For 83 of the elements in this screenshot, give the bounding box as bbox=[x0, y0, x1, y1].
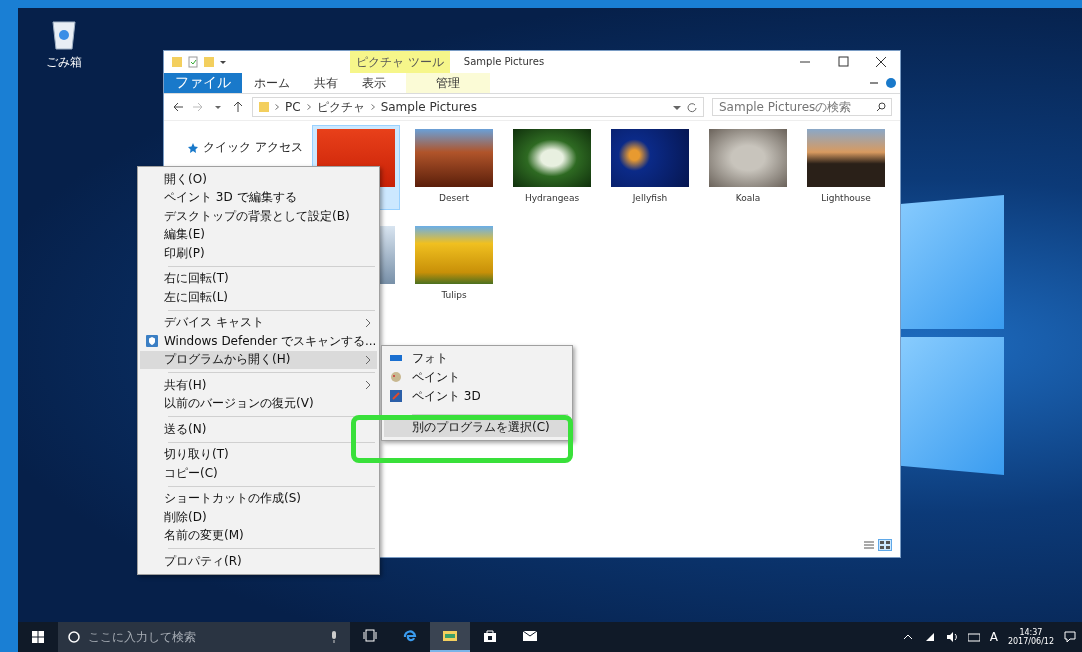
paint-palette-icon bbox=[390, 371, 402, 383]
file-item[interactable]: Lighthouse bbox=[802, 125, 890, 210]
file-item[interactable]: Jellyfish bbox=[606, 125, 694, 210]
speaker-icon[interactable] bbox=[945, 631, 958, 643]
menu-item[interactable]: 印刷(P) bbox=[140, 244, 377, 263]
address-bar[interactable]: PC ピクチャ Sample Pictures bbox=[252, 97, 704, 117]
menu-item[interactable]: ペイント 3D で編集する bbox=[140, 188, 377, 207]
file-item[interactable]: Hydrangeas bbox=[508, 125, 596, 210]
menu-item[interactable]: 開く(O) bbox=[140, 170, 377, 189]
new-folder-icon bbox=[204, 56, 214, 68]
notification-icon[interactable] bbox=[1064, 631, 1076, 643]
menu-item[interactable]: ペイント bbox=[384, 368, 570, 387]
contextual-tab-group-label: ピクチャ ツール bbox=[350, 51, 450, 73]
menu-item[interactable]: 送る(N) bbox=[140, 420, 377, 439]
clock-date: 2017/06/12 bbox=[1007, 637, 1054, 647]
menu-item[interactable]: ペイント 3D bbox=[384, 387, 570, 406]
edge-icon[interactable] bbox=[403, 629, 417, 643]
breadcrumb-item[interactable]: Sample Pictures bbox=[380, 100, 477, 114]
taskbar-search-field[interactable]: ここに入力して検索 bbox=[58, 622, 350, 652]
breadcrumb-chevron-icon bbox=[275, 104, 279, 110]
windows-logo-icon[interactable] bbox=[32, 631, 44, 643]
envelope-icon[interactable] bbox=[523, 629, 537, 643]
menu-item[interactable]: 共有(H) bbox=[140, 376, 377, 395]
nav-item[interactable]: クイック アクセス bbox=[203, 139, 303, 156]
close-icon[interactable] bbox=[875, 56, 887, 68]
ime-indicator[interactable]: A bbox=[989, 630, 998, 644]
shopping-bag-icon[interactable] bbox=[483, 629, 497, 643]
folder-icon bbox=[259, 101, 269, 113]
ribbon-tab[interactable]: 表示 bbox=[350, 73, 398, 93]
recycle-bin-icon bbox=[50, 18, 78, 50]
back-arrow-icon[interactable] bbox=[172, 101, 184, 113]
menu-item[interactable]: プログラムから開く(H) bbox=[140, 350, 377, 369]
ribbon-tab[interactable]: ホーム bbox=[242, 73, 302, 93]
large-icons-view-button[interactable] bbox=[878, 539, 892, 551]
desktop-icon-label[interactable]: ごみ箱 bbox=[46, 54, 82, 71]
menu-item[interactable]: 右に回転(T) bbox=[140, 269, 377, 288]
breadcrumb-chevron-icon bbox=[370, 104, 375, 110]
ribbon-tab[interactable]: 共有 bbox=[302, 73, 350, 93]
breadcrumb-item[interactable]: ピクチャ bbox=[316, 98, 365, 116]
star-icon bbox=[188, 142, 198, 153]
file-menu-tab[interactable]: ファイル bbox=[164, 73, 242, 93]
file-item[interactable]: Desert bbox=[410, 125, 498, 210]
breadcrumb-item[interactable]: PC bbox=[285, 100, 301, 114]
folder-icon bbox=[172, 56, 182, 68]
file-name: Desert bbox=[439, 193, 469, 203]
menu-item[interactable]: ショートカットの作成(S) bbox=[140, 489, 377, 508]
menu-item[interactable]: プロパティ(R) bbox=[140, 552, 377, 571]
keyboard-icon[interactable] bbox=[967, 631, 980, 643]
file-item[interactable]: Koala bbox=[704, 125, 792, 210]
menu-item[interactable]: 名前の変更(M) bbox=[140, 526, 377, 545]
file-name: Jellyfish bbox=[632, 193, 668, 203]
up-arrow-icon[interactable] bbox=[232, 101, 244, 113]
menu-item[interactable]: フォト bbox=[384, 349, 570, 368]
menu-item[interactable]: Windows Defender でスキャンする... bbox=[140, 332, 377, 351]
menu-item[interactable]: 編集(E) bbox=[140, 225, 377, 244]
menu-item[interactable]: 以前のバージョンの復元(V) bbox=[140, 394, 377, 413]
refresh-icon bbox=[687, 101, 697, 113]
file-name: Lighthouse bbox=[821, 193, 871, 203]
window-title: Sample Pictures bbox=[462, 55, 546, 69]
folder-taskbar-button[interactable] bbox=[430, 622, 470, 652]
menu-item[interactable]: 削除(D) bbox=[140, 508, 377, 527]
paint-3d-icon bbox=[390, 390, 402, 402]
file-name: Tulips bbox=[441, 290, 467, 300]
breadcrumb-chevron-icon bbox=[306, 104, 311, 110]
search-icon bbox=[876, 102, 886, 112]
menu-item[interactable]: コピー(C) bbox=[140, 464, 377, 483]
clock-time: 14:37 bbox=[1019, 627, 1043, 637]
menu-item[interactable]: 左に回転(L) bbox=[140, 288, 377, 307]
folder-icon[interactable] bbox=[443, 629, 457, 643]
file-name: Koala bbox=[735, 193, 761, 203]
help-icon[interactable] bbox=[886, 78, 896, 88]
menu-item[interactable]: デスクトップの背景として設定(B) bbox=[140, 207, 377, 226]
file-name: Hydrangeas bbox=[524, 193, 580, 203]
task-view-icon[interactable] bbox=[363, 629, 377, 643]
properties-icon bbox=[188, 56, 198, 68]
maximize-icon[interactable] bbox=[837, 56, 849, 68]
shield-icon bbox=[146, 335, 158, 347]
cortana-circle-icon bbox=[68, 631, 80, 643]
file-item[interactable]: Tulips bbox=[410, 222, 498, 307]
menu-item[interactable]: デバイス キャスト bbox=[140, 313, 377, 332]
microphone-icon[interactable] bbox=[330, 631, 338, 643]
photos-icon bbox=[390, 352, 402, 364]
search-field[interactable]: Sample Picturesの検索 bbox=[712, 98, 892, 116]
